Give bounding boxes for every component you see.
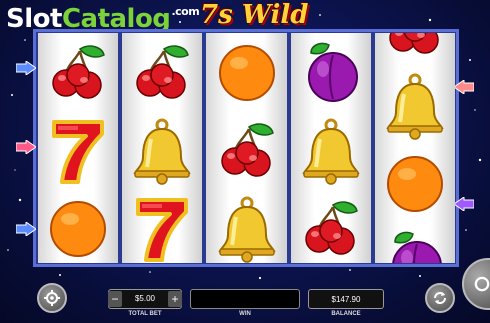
reel-1: [38, 33, 119, 263]
symbol-bell: [375, 66, 455, 146]
settings-button[interactable]: [37, 283, 67, 313]
balance-box: $147.90: [308, 289, 384, 309]
game-title: 7s Wild: [200, 0, 309, 30]
symbol-cherry: [291, 189, 371, 263]
autoplay-button[interactable]: [425, 283, 455, 313]
symbol-seven: [38, 111, 118, 191]
symbol-bell: [122, 111, 202, 191]
reel-4: [290, 33, 371, 263]
win-label: WIN: [239, 311, 251, 317]
payline-arrow-right-1: [454, 80, 474, 94]
symbol-orange: [375, 144, 455, 224]
bet-decrease-button[interactable]: −: [108, 291, 122, 307]
symbol-cherry: [206, 111, 286, 191]
symbol-bell: [206, 189, 286, 263]
symbol-cherry: [375, 33, 455, 68]
symbol-seven: [122, 189, 202, 263]
balance-value: $147.90: [331, 295, 361, 304]
payline-arrow-left-2: [16, 140, 36, 154]
symbol-cherry: [38, 33, 118, 113]
symbol-bell: [291, 111, 371, 191]
symbol-plum: [375, 222, 455, 263]
total-bet-label: TOTAL BET: [128, 311, 162, 317]
balance-label: BALANCE: [331, 311, 361, 317]
watermark-suffix: .com: [171, 5, 200, 18]
reel-3: [206, 33, 287, 263]
total-bet-value: $5.00: [134, 294, 156, 303]
autoplay-icon: [434, 292, 446, 304]
spin-button[interactable]: [462, 258, 490, 310]
symbol-cherry: [122, 33, 202, 113]
reels-area: [38, 33, 456, 263]
spin-icon: [474, 276, 490, 292]
symbol-orange: [38, 189, 118, 263]
bet-increase-button[interactable]: +: [168, 291, 182, 307]
symbol-plum: [291, 33, 371, 113]
symbol-orange: [206, 33, 286, 113]
payline-arrow-left-3: [16, 222, 36, 236]
win-box: [190, 289, 300, 309]
reel-5: [374, 33, 456, 263]
gear-icon: [44, 290, 60, 306]
reel-2: [122, 33, 203, 263]
payline-arrow-left-1: [16, 61, 36, 75]
payline-arrow-right-2: [454, 197, 474, 211]
